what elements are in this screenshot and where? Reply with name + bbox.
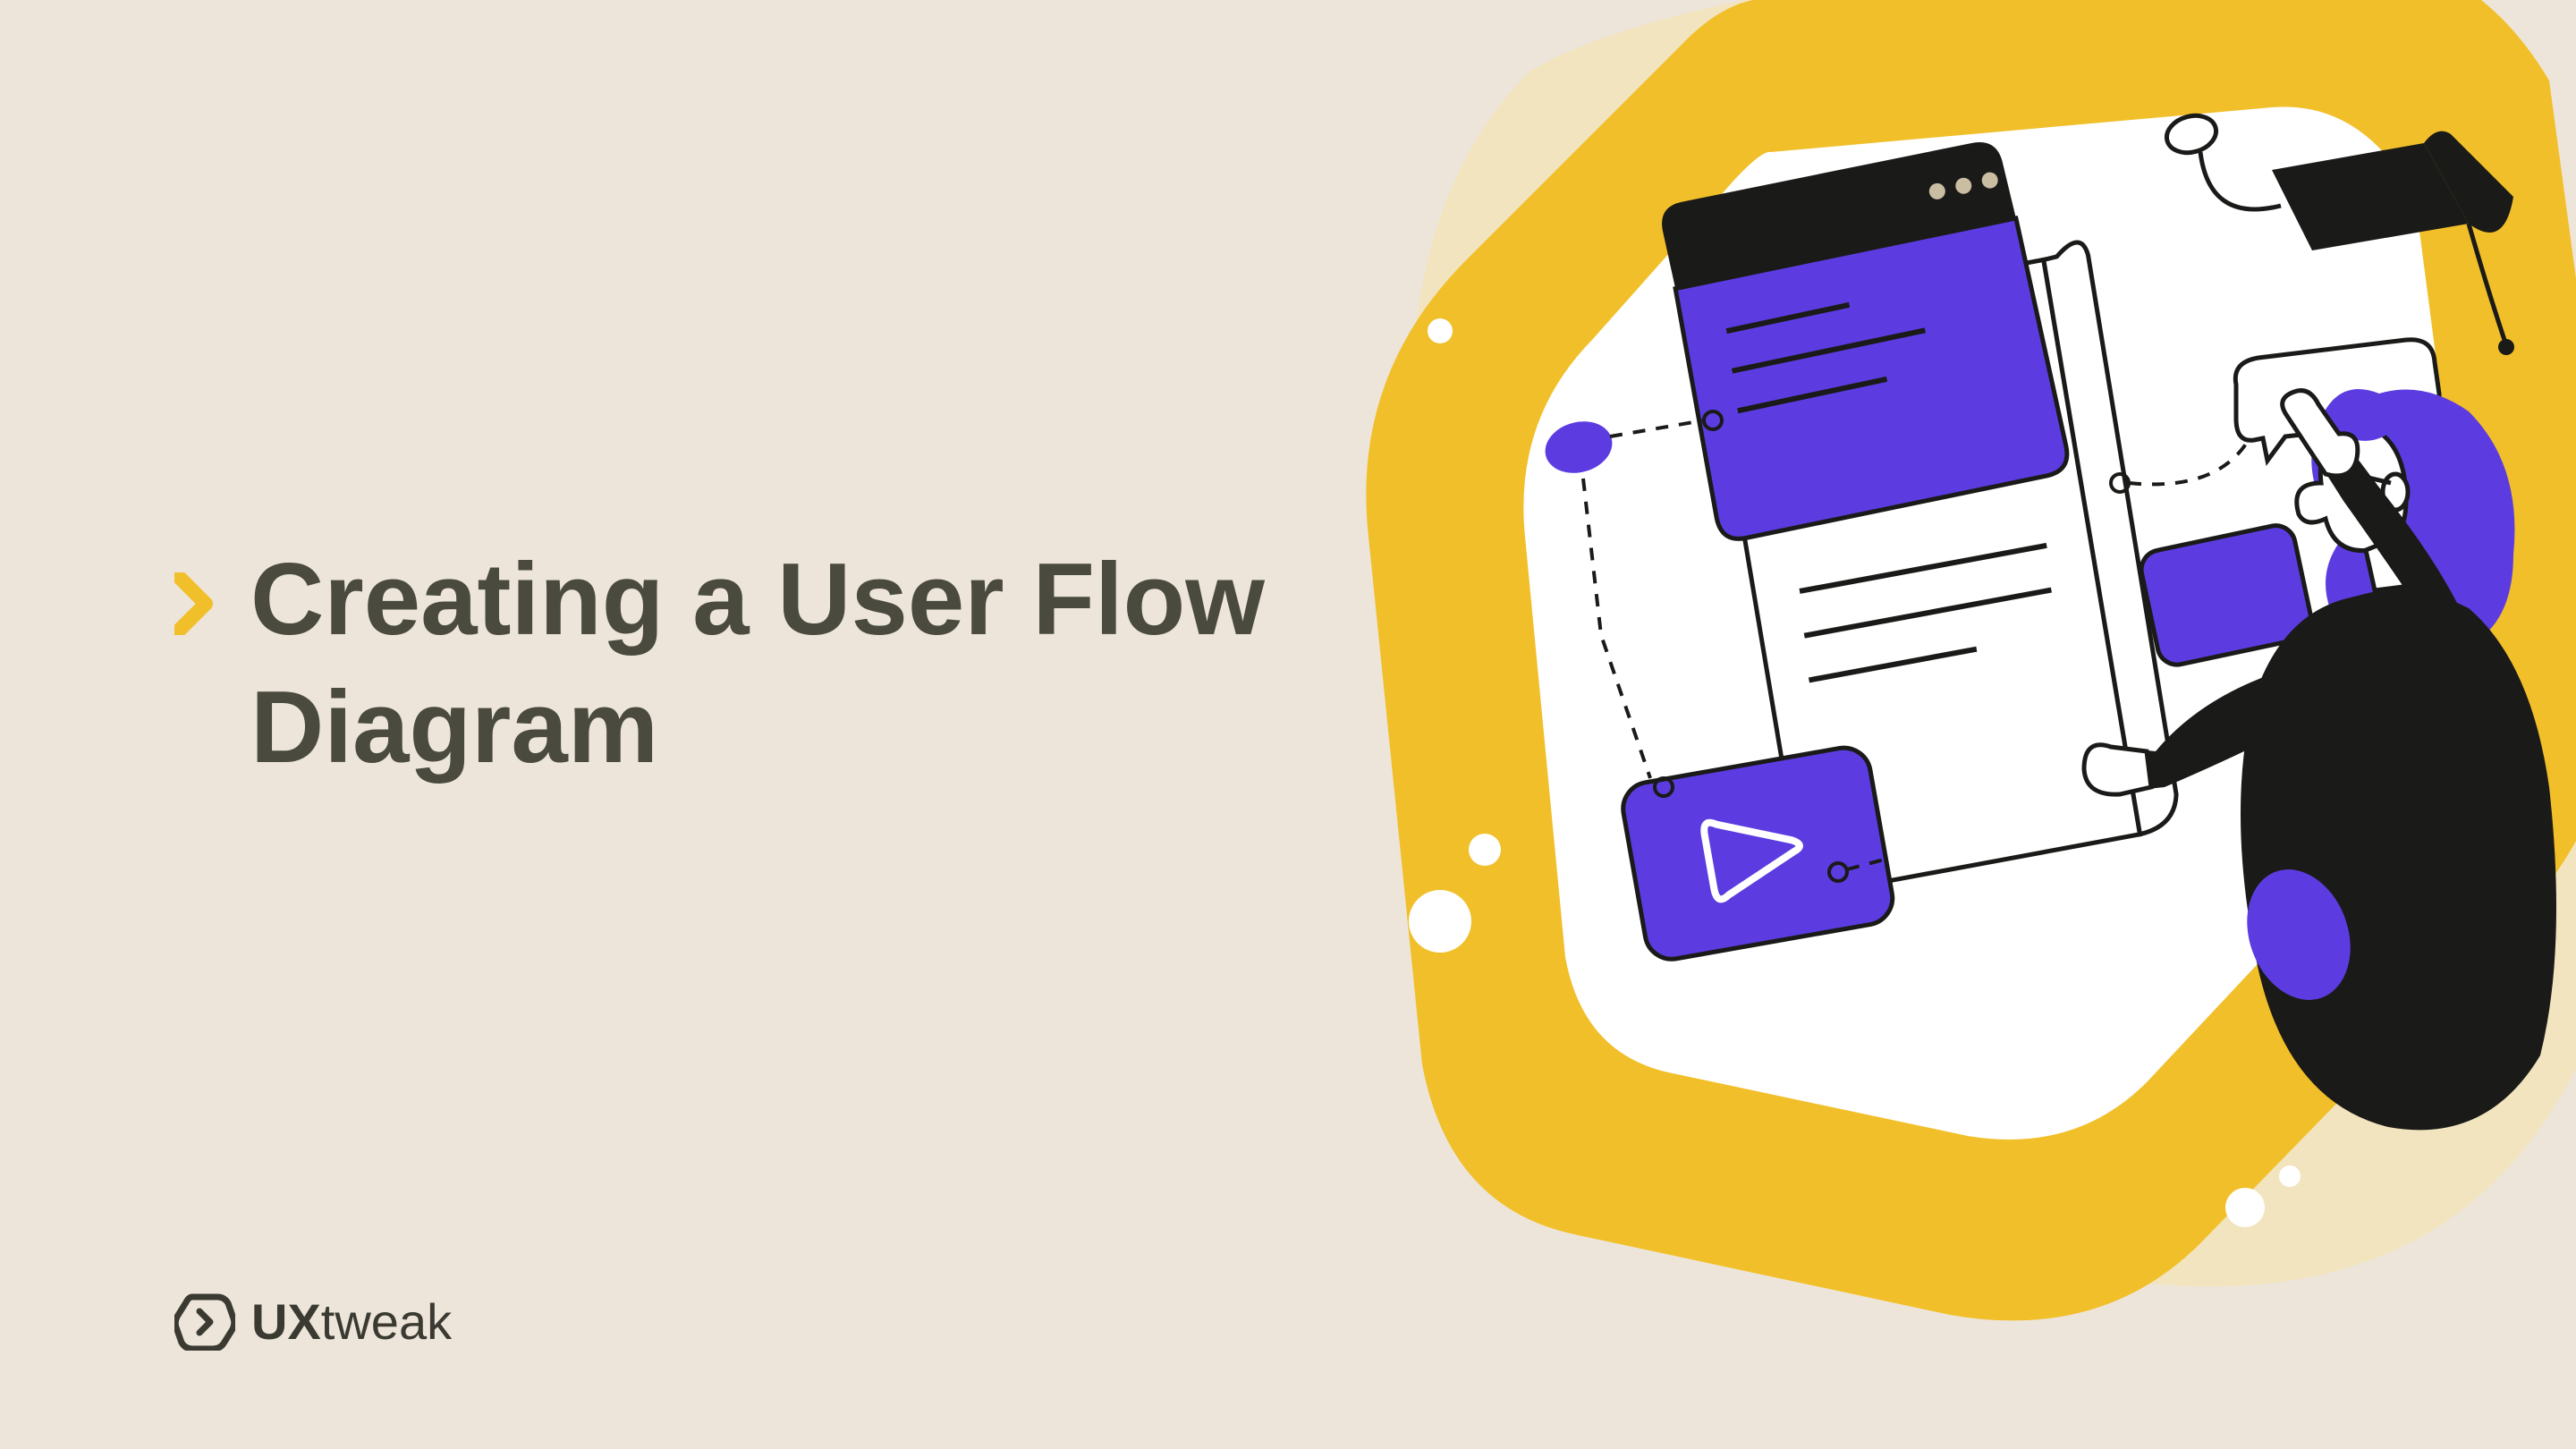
chevron-bullet-icon [174,572,215,635]
brand-logo: UXtweak [174,1292,452,1351]
page-title: Creating a User Flow Diagram [250,537,1324,792]
hero-illustration [1216,0,2576,1413]
logo-hexagon-icon [174,1293,235,1351]
logo-text: UXtweak [251,1292,452,1351]
